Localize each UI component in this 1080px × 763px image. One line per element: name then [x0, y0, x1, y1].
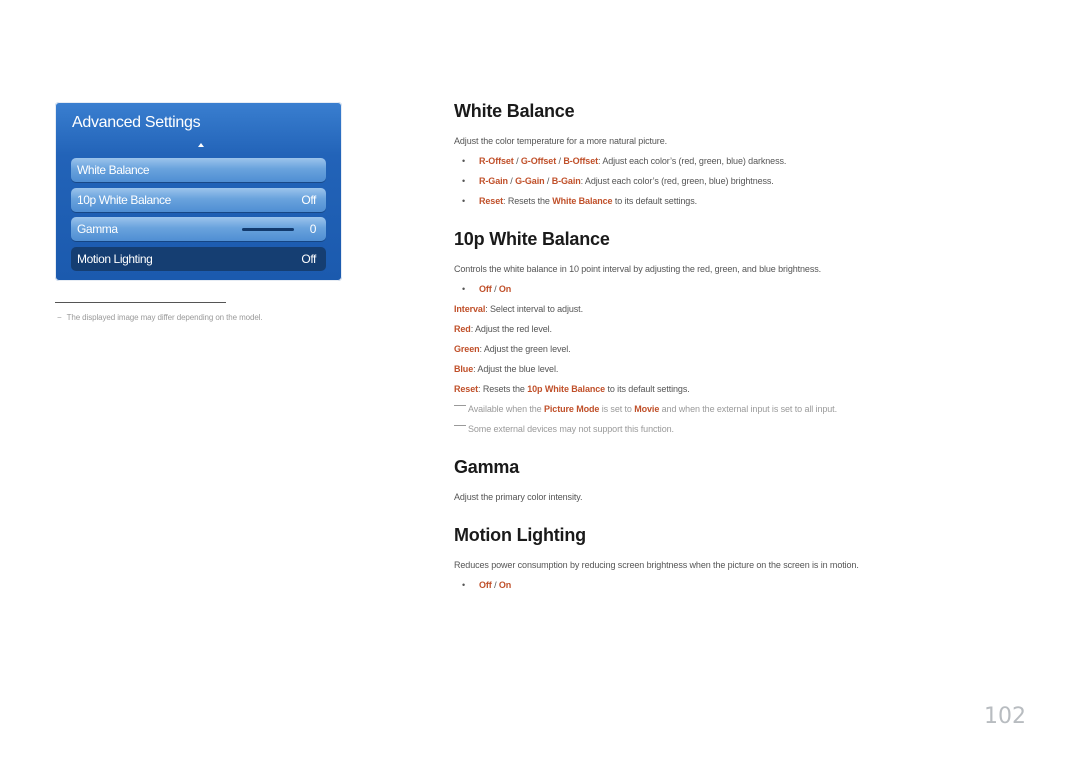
heading-gamma: Gamma — [454, 457, 520, 477]
term-10p-white-balance: 10p White Balance — [527, 384, 606, 394]
bullet-icon: • — [462, 176, 466, 186]
term-g-gain: G-Gain — [515, 176, 545, 186]
line-red: Red: Adjust the red level. — [454, 324, 552, 334]
note-availability: Available when the Picture Mode is set t… — [454, 404, 837, 414]
list-item-gain: • R-Gain / G-Gain / B-Gain: Adjust each c… — [462, 176, 774, 186]
footnote-divider — [55, 302, 226, 303]
term-b-gain: B-Gain — [551, 176, 581, 186]
list-item-reset: • Reset: Resets the White Balance to its … — [462, 196, 697, 206]
option-on: On — [498, 580, 512, 590]
term-reset: Reset — [479, 196, 504, 206]
definition-text: : Adjust each color’s (red, green, blue)… — [580, 176, 774, 186]
definition-text: to its default settings. — [612, 196, 698, 206]
definition-text: : Resets the — [478, 384, 528, 394]
term-g-offset: G-Offset — [520, 156, 557, 166]
gamma-description: Adjust the primary color intensity. — [454, 492, 583, 502]
definition-text: : Resets the — [503, 196, 553, 206]
osd-item-10p-white-balance[interactable]: 10p White Balance Off — [71, 188, 326, 212]
term-white-balance: White Balance — [552, 196, 613, 206]
note-dash-icon — [454, 425, 466, 426]
option-off: Off — [479, 580, 492, 590]
definition-text: : Select interval to adjust. — [485, 304, 583, 314]
footnote-text: The displayed image may differ depending… — [66, 313, 263, 322]
definition-text: : Adjust the blue level. — [473, 364, 559, 374]
osd-item-value: Off — [301, 252, 316, 266]
gamma-slider[interactable] — [241, 227, 294, 231]
osd-item-label: White Balance — [77, 163, 150, 177]
osd-item-label: Motion Lighting — [77, 252, 153, 266]
scroll-up-arrow-icon — [198, 143, 204, 147]
term-picture-mode: Picture Mode — [544, 404, 600, 414]
list-item-off-on: • Off / On — [462, 284, 511, 294]
separator: / — [491, 580, 499, 590]
osd-item-value: Off — [301, 193, 316, 207]
motion-lighting-description: Reduces power consumption by reducing sc… — [454, 560, 859, 570]
term-red: Red — [454, 324, 471, 334]
note-text: Available when the — [468, 404, 544, 414]
list-item-offset: • R-Offset / G-Offset / B-Offset: Adjust … — [462, 156, 786, 166]
option-off: Off — [479, 284, 492, 294]
bullet-icon: • — [462, 156, 466, 166]
note-dash-icon — [454, 405, 466, 406]
term-movie: Movie — [634, 404, 660, 414]
line-interval: Interval: Select interval to adjust. — [454, 304, 583, 314]
bullet-icon: • — [462, 196, 466, 206]
option-on: On — [498, 284, 512, 294]
manual-page: Advanced Settings White Balance 10p Whit… — [0, 0, 1080, 763]
osd-item-value: 0 — [309, 222, 317, 236]
osd-item-gamma[interactable]: Gamma 0 — [71, 217, 326, 241]
osd-item-label: 10p White Balance — [77, 193, 171, 207]
line-green: Green: Adjust the green level. — [454, 344, 571, 354]
image-footnote: − The displayed image may differ dependin… — [57, 313, 263, 322]
footnote-dash: − — [57, 313, 62, 322]
term-green: Green — [454, 344, 480, 354]
line-reset: Reset: Resets the 10p White Balance to i… — [454, 384, 690, 394]
definition-text: : Adjust each color’s (red, green, blue)… — [598, 156, 787, 166]
osd-item-motion-lighting[interactable]: Motion Lighting Off — [71, 247, 326, 271]
note-text: and when the external input is set to al… — [659, 404, 837, 414]
heading-white-balance: White Balance — [454, 101, 575, 121]
white-balance-description: Adjust the color temperature for a more … — [454, 136, 668, 146]
bullet-icon: • — [462, 284, 466, 294]
separator: / — [544, 176, 552, 186]
term-blue: Blue — [454, 364, 474, 374]
definition-text: : Adjust the green level. — [479, 344, 571, 354]
advanced-settings-osd-panel: Advanced Settings White Balance 10p Whit… — [55, 102, 342, 281]
10p-white-balance-description: Controls the white balance in 10 point i… — [454, 264, 822, 274]
note-text: Some external devices may not support th… — [468, 424, 674, 434]
definition-text: : Adjust the red level. — [470, 324, 552, 334]
term-interval: Interval — [454, 304, 486, 314]
osd-title: Advanced Settings — [72, 114, 201, 131]
separator: / — [491, 284, 499, 294]
osd-item-white-balance[interactable]: White Balance — [71, 158, 326, 182]
note-text: is set to — [599, 404, 635, 414]
list-item-off-on: • Off / On — [462, 580, 511, 590]
term-b-offset: B-Offset — [563, 156, 599, 166]
heading-motion-lighting: Motion Lighting — [454, 525, 586, 545]
line-blue: Blue: Adjust the blue level. — [454, 364, 558, 374]
page-number: 102 — [984, 704, 1026, 729]
osd-item-label: Gamma — [77, 222, 118, 236]
term-r-offset: R-Offset — [479, 156, 514, 166]
note-support: Some external devices may not support th… — [454, 424, 674, 434]
term-r-gain: R-Gain — [479, 176, 508, 186]
separator: / — [513, 156, 521, 166]
definition-text: to its default settings. — [605, 384, 690, 394]
bullet-icon: • — [462, 580, 466, 590]
heading-10p-white-balance: 10p White Balance — [454, 229, 610, 249]
term-reset: Reset — [454, 384, 479, 394]
